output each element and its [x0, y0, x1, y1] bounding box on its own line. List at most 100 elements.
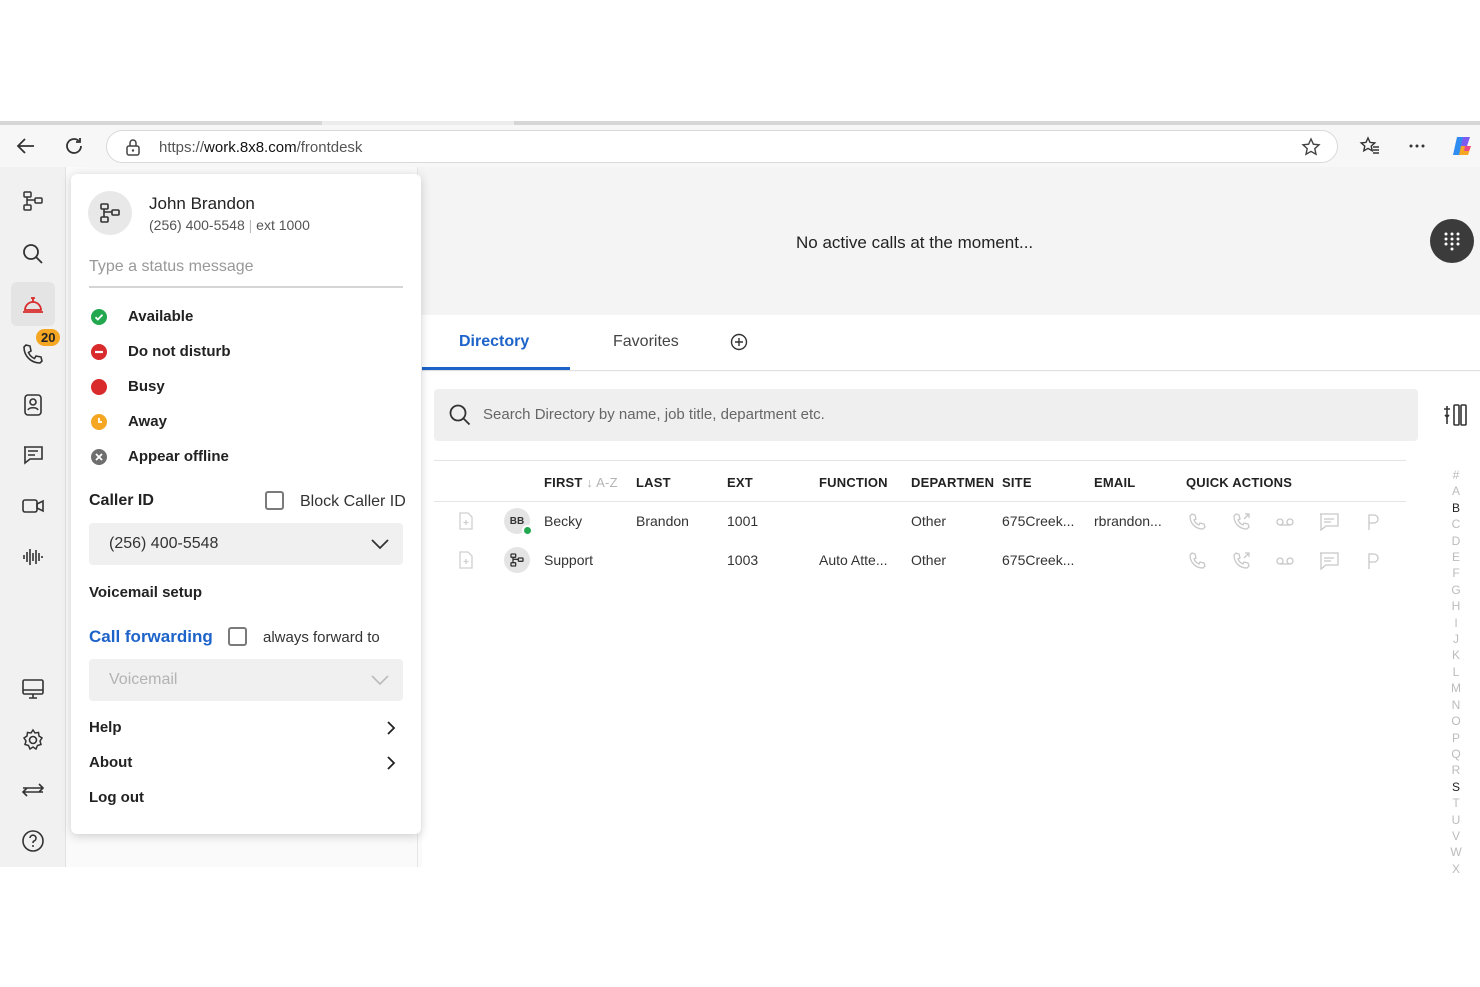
- col-department[interactable]: DEPARTMEN: [911, 475, 994, 490]
- transfer-icon: [21, 783, 45, 797]
- alphabet-letter[interactable]: A: [1452, 483, 1460, 499]
- alphabet-letter[interactable]: L: [1453, 664, 1460, 680]
- message-icon[interactable]: [1318, 512, 1340, 532]
- cell-department: Other: [911, 513, 947, 529]
- alphabet-letter[interactable]: U: [1452, 812, 1461, 828]
- table-row[interactable]: BB Becky Brandon 1001 Other 675Creek... …: [434, 502, 1406, 541]
- alphabet-letter[interactable]: J: [1453, 631, 1459, 647]
- presence-do-not-disturb[interactable]: Do not disturb: [91, 341, 401, 365]
- alphabet-letter[interactable]: G: [1451, 582, 1460, 598]
- voicemail-icon[interactable]: [1274, 512, 1296, 532]
- sort-indicator[interactable]: ↓ A-Z: [586, 475, 617, 490]
- column-settings-icon[interactable]: [1442, 402, 1468, 428]
- alphabet-letter[interactable]: T: [1452, 795, 1459, 811]
- lock-icon[interactable]: [125, 138, 141, 156]
- alphabet-letter[interactable]: E: [1452, 549, 1460, 565]
- transfer-call-icon[interactable]: [1232, 512, 1252, 532]
- call-icon[interactable]: [1188, 512, 1208, 532]
- voicemail-icon[interactable]: [1274, 551, 1296, 571]
- forward-target-select[interactable]: Voicemail: [89, 659, 403, 701]
- alphabet-letter[interactable]: K: [1452, 647, 1460, 663]
- help-menu-item[interactable]: Help: [89, 717, 403, 741]
- block-caller-id-checkbox[interactable]: [265, 491, 284, 510]
- alphabet-letter[interactable]: P: [1452, 730, 1460, 746]
- col-function[interactable]: FUNCTION: [819, 475, 888, 490]
- active-calls-area: No active calls at the moment...: [418, 167, 1480, 315]
- presence-appear-offline[interactable]: Appear offline: [91, 446, 401, 470]
- directory-tabs: Directory Favorites: [422, 315, 1480, 371]
- alphabet-letter[interactable]: D: [1452, 533, 1461, 549]
- col-ext[interactable]: EXT: [727, 475, 753, 490]
- col-email[interactable]: EMAIL: [1094, 475, 1135, 490]
- rail-contacts-button[interactable]: [11, 383, 55, 427]
- voicemail-setup-link[interactable]: Voicemail setup: [89, 584, 202, 601]
- alphabet-letter[interactable]: Q: [1451, 746, 1460, 762]
- rail-transfer-button[interactable]: [11, 768, 55, 812]
- status-message-input[interactable]: Type a status message: [89, 256, 403, 288]
- favorites-button[interactable]: [1358, 134, 1382, 158]
- alphabet-letter[interactable]: H: [1452, 598, 1461, 614]
- chevron-down-icon: [371, 675, 389, 686]
- tab-favorites[interactable]: Favorites: [613, 333, 679, 351]
- alphabet-letter[interactable]: R: [1452, 762, 1461, 778]
- rail-display-button[interactable]: [11, 667, 55, 711]
- copilot-button[interactable]: [1450, 134, 1474, 158]
- rail-settings-button[interactable]: [11, 718, 55, 762]
- caller-id-select[interactable]: (256) 400-5548: [89, 523, 403, 565]
- col-site[interactable]: SITE: [1002, 475, 1032, 490]
- alphabet-letter[interactable]: M: [1451, 680, 1461, 696]
- tab-directory[interactable]: Directory: [459, 333, 529, 351]
- favorite-star-icon[interactable]: [1301, 137, 1321, 157]
- rail-chat-button[interactable]: [11, 433, 55, 477]
- alphabet-letter[interactable]: C: [1452, 516, 1461, 532]
- alphabet-letter[interactable]: #: [1453, 467, 1460, 483]
- more-button[interactable]: [1405, 134, 1429, 158]
- rail-org-button[interactable]: [11, 179, 55, 223]
- always-forward-checkbox[interactable]: [228, 627, 247, 646]
- presence-busy[interactable]: Busy: [91, 376, 401, 400]
- add-contact-icon[interactable]: [459, 551, 473, 569]
- alphabet-letter[interactable]: F: [1452, 565, 1459, 581]
- alphabet-letter[interactable]: I: [1454, 615, 1457, 631]
- alphabet-letter[interactable]: O: [1451, 713, 1460, 729]
- message-icon[interactable]: [1318, 551, 1340, 571]
- park-icon[interactable]: [1366, 551, 1380, 571]
- cell-last: Brandon: [636, 513, 689, 529]
- alphabet-letter[interactable]: X: [1452, 861, 1460, 877]
- table-row[interactable]: Support 1003 Auto Atte... Other 675Creek…: [434, 541, 1406, 580]
- directory-search-input[interactable]: Search Directory by name, job title, dep…: [434, 389, 1418, 441]
- col-first[interactable]: FIRST ↓ A-Z: [544, 475, 618, 490]
- presence-available[interactable]: Available: [91, 306, 401, 330]
- call-icon[interactable]: [1188, 551, 1208, 571]
- address-bar[interactable]: https://work.8x8.com/frontdesk: [106, 130, 1338, 163]
- clock-icon: [91, 414, 107, 430]
- transfer-call-icon[interactable]: [1232, 551, 1252, 571]
- rail-help-button[interactable]: [11, 819, 55, 863]
- col-last[interactable]: LAST: [636, 475, 671, 490]
- favorites-list-icon: [1359, 136, 1379, 154]
- park-icon[interactable]: [1366, 512, 1380, 532]
- dialpad-button[interactable]: [1430, 219, 1474, 263]
- help-label: Help: [89, 719, 122, 736]
- add-tab-icon[interactable]: [730, 333, 748, 351]
- presence-available-dot: [522, 525, 533, 536]
- rail-frontdesk-button[interactable]: [11, 282, 55, 326]
- alphabet-letter[interactable]: N: [1452, 697, 1461, 713]
- about-label: About: [89, 754, 133, 771]
- presence-label: Do not disturb: [128, 343, 231, 360]
- col-quick-actions: QUICK ACTIONS: [1186, 475, 1293, 490]
- alphabet-letter[interactable]: S: [1452, 779, 1460, 795]
- reload-button[interactable]: [62, 134, 86, 158]
- call-forwarding-label[interactable]: Call forwarding: [89, 627, 213, 647]
- rail-search-button[interactable]: [11, 232, 55, 276]
- presence-away[interactable]: Away: [91, 411, 401, 435]
- logout-menu-item[interactable]: Log out: [89, 787, 403, 811]
- rail-video-button[interactable]: [11, 484, 55, 528]
- add-contact-icon[interactable]: [459, 512, 473, 530]
- back-button[interactable]: [14, 134, 38, 158]
- alphabet-letter[interactable]: V: [1452, 828, 1460, 844]
- alphabet-letter[interactable]: B: [1452, 500, 1460, 516]
- alphabet-letter[interactable]: W: [1450, 844, 1461, 860]
- rail-voice-button[interactable]: [11, 535, 55, 579]
- about-menu-item[interactable]: About: [89, 752, 403, 776]
